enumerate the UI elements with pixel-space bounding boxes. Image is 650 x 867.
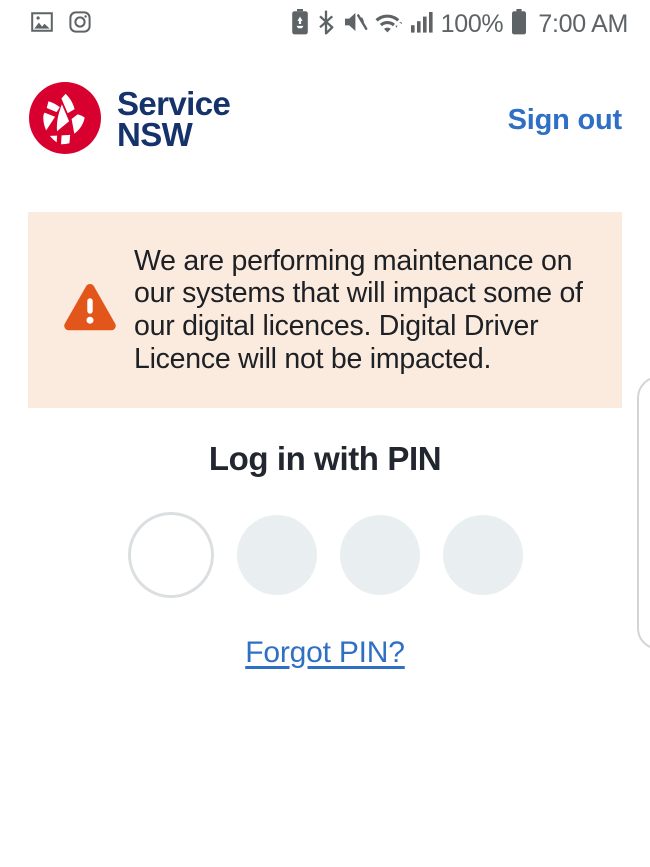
gallery-icon [30,10,54,39]
pin-dot-1[interactable] [127,512,214,598]
forgot-pin-container: Forgot PIN? [0,636,650,670]
brand-logo[interactable]: Service NSW [26,79,231,162]
alert-message: We are performing maintenance on our sys… [134,244,583,375]
status-bar-clock: 7:00 AM [538,9,628,38]
pin-dot-2[interactable] [236,515,317,595]
battery-percent-label: 100% [440,9,504,38]
pin-dot-4[interactable] [442,515,523,595]
brand-line-nsw: NSW [117,116,193,153]
wifi-icon [375,9,403,40]
pin-login-section: Log in with PIN Forgot PIN? [0,440,650,670]
service-nsw-logo-icon [26,79,104,162]
forgot-pin-link[interactable]: Forgot PIN? [245,636,405,669]
status-bar: 100% 7:00 AM [0,0,650,48]
warning-triangle-icon [62,282,118,339]
mute-icon [342,9,368,40]
alert-icon-container [54,282,126,339]
battery-full-icon [510,8,528,40]
instagram-icon [68,10,92,39]
app-header: Service NSW Sign out [0,60,650,180]
page-title: Log in with PIN [208,440,442,477]
status-bar-left-icons [30,10,92,39]
bluetooth-icon [317,9,335,40]
status-bar-right-cluster: 100% 7:00 AM [290,8,628,40]
cellular-signal-icon [410,9,434,40]
maintenance-alert-banner: We are performing maintenance on our sys… [28,212,622,408]
pin-dot-3[interactable] [339,515,420,595]
sign-out-button[interactable]: Sign out [508,104,623,137]
brand-wordmark: Service NSW [117,87,231,153]
battery-saver-icon [290,8,310,40]
pin-input[interactable] [0,512,650,598]
